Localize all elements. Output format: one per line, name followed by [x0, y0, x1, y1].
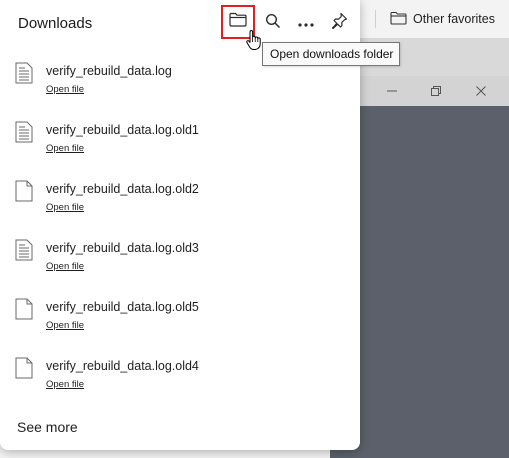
- more-options-button[interactable]: [291, 8, 321, 38]
- download-file-name: verify_rebuild_data.log.old2: [46, 182, 199, 196]
- download-item[interactable]: verify_rebuild_data.log.old1 Open file: [0, 121, 360, 179]
- text-file-icon: [15, 62, 33, 84]
- open-file-link[interactable]: Open file: [46, 143, 84, 154]
- open-file-link[interactable]: Open file: [46, 320, 84, 331]
- download-file-name: verify_rebuild_data.log.old5: [46, 300, 199, 314]
- blank-file-icon: [15, 357, 33, 379]
- favorites-separator: [375, 10, 376, 28]
- download-item[interactable]: verify_rebuild_data.log Open file: [0, 62, 360, 120]
- text-file-icon: [15, 121, 33, 143]
- blank-file-icon: [15, 298, 33, 320]
- open-file-link[interactable]: Open file: [46, 379, 84, 390]
- tooltip: Open downloads folder: [262, 42, 400, 66]
- folder-icon: [390, 11, 407, 28]
- see-more-link[interactable]: See more: [17, 419, 78, 435]
- download-item[interactable]: verify_rebuild_data.log.old4 Open file: [0, 357, 360, 415]
- open-file-link[interactable]: Open file: [46, 84, 84, 95]
- blank-file-icon: [15, 180, 33, 202]
- other-favorites-button[interactable]: Other favorites: [390, 8, 495, 30]
- open-file-link[interactable]: Open file: [46, 202, 84, 213]
- download-item[interactable]: verify_rebuild_data.log.old3 Open file: [0, 239, 360, 297]
- pin-panel-button[interactable]: [324, 8, 354, 38]
- minimize-icon[interactable]: [383, 82, 401, 100]
- download-file-name: verify_rebuild_data.log.old1: [46, 123, 199, 137]
- open-file-link[interactable]: Open file: [46, 261, 84, 272]
- download-file-name: verify_rebuild_data.log: [46, 64, 172, 78]
- close-icon[interactable]: [472, 82, 490, 100]
- search-icon: [265, 13, 281, 34]
- text-file-icon: [15, 239, 33, 261]
- download-item[interactable]: verify_rebuild_data.log.old5 Open file: [0, 298, 360, 356]
- restore-icon[interactable]: [427, 82, 445, 100]
- downloads-panel: Downloads verify_rebuild_data.log Open f…: [0, 0, 360, 450]
- pin-icon: [331, 12, 348, 34]
- download-file-name: verify_rebuild_data.log.old4: [46, 359, 199, 373]
- download-item[interactable]: verify_rebuild_data.log.old2 Open file: [0, 180, 360, 238]
- download-file-name: verify_rebuild_data.log.old3: [46, 241, 199, 255]
- panel-title: Downloads: [18, 15, 93, 32]
- other-favorites-label: Other favorites: [413, 12, 495, 26]
- more-options-icon: [298, 14, 314, 32]
